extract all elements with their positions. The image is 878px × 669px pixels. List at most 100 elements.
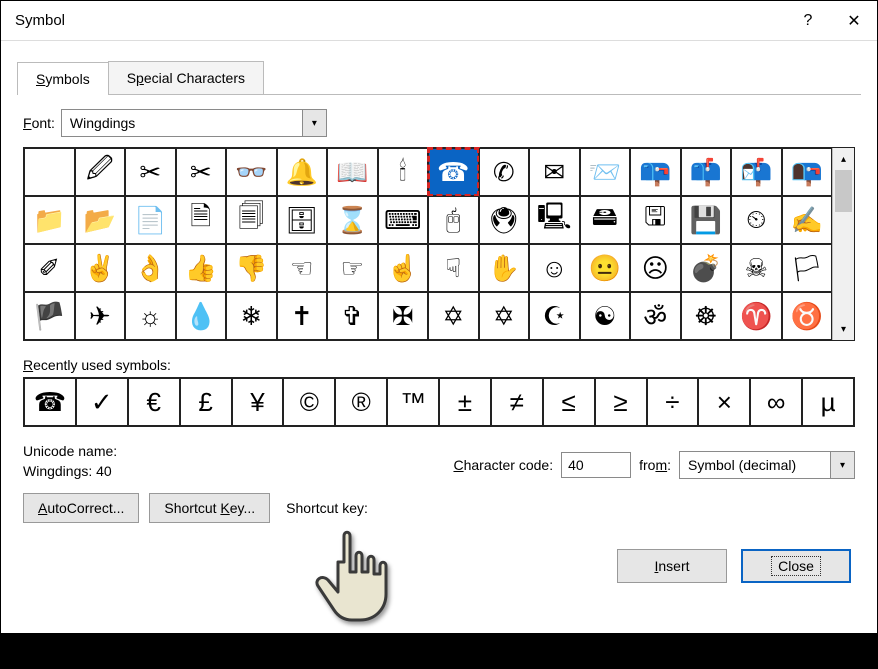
symbol-cell[interactable]: 👌 bbox=[125, 244, 176, 292]
symbol-cell[interactable]: ☎ bbox=[428, 148, 479, 196]
symbol-cell[interactable]: ☟ bbox=[428, 244, 479, 292]
symbol-cell[interactable]: 🖰 bbox=[428, 196, 479, 244]
symbol-cell[interactable]: ✞ bbox=[327, 292, 378, 340]
scroll-down-icon[interactable]: ▾ bbox=[833, 318, 854, 340]
symbol-cell[interactable]: ☞ bbox=[327, 244, 378, 292]
symbol-cell[interactable]: 📬 bbox=[731, 148, 782, 196]
symbol-cell[interactable]: 📁 bbox=[24, 196, 75, 244]
symbol-cell[interactable]: 🖲 bbox=[479, 196, 530, 244]
tab-special-characters[interactable]: Special Characters bbox=[108, 61, 264, 94]
symbol-cell[interactable]: ♉ bbox=[782, 292, 833, 340]
symbol-cell[interactable]: ☸ bbox=[681, 292, 732, 340]
symbol-cell[interactable]: 👓 bbox=[226, 148, 277, 196]
symbol-cell[interactable]: ☠ bbox=[731, 244, 782, 292]
recent-symbol-cell[interactable]: £ bbox=[180, 378, 232, 426]
symbol-cell[interactable]: 🖴 bbox=[580, 196, 631, 244]
from-combo[interactable]: Symbol (decimal) ▾ bbox=[679, 451, 855, 479]
symbol-cell[interactable]: ☪ bbox=[529, 292, 580, 340]
recent-symbol-cell[interactable]: ÷ bbox=[647, 378, 699, 426]
symbol-cell[interactable]: 📄 bbox=[125, 196, 176, 244]
help-button[interactable]: ? bbox=[785, 1, 831, 41]
recent-symbol-cell[interactable]: ≠ bbox=[491, 378, 543, 426]
shortcut-key-button[interactable]: Shortcut Key... bbox=[149, 493, 270, 523]
recent-symbol-cell[interactable]: © bbox=[283, 378, 335, 426]
recent-symbol-cell[interactable]: ≥ bbox=[595, 378, 647, 426]
recent-symbol-cell[interactable]: ✓ bbox=[76, 378, 128, 426]
symbol-cell[interactable]: 🗐 bbox=[226, 196, 277, 244]
recent-symbol-cell[interactable]: × bbox=[698, 378, 750, 426]
symbol-cell[interactable]: ✂ bbox=[125, 148, 176, 196]
symbol-cell[interactable]: ✡ bbox=[479, 292, 530, 340]
symbol-cell[interactable]: ✈ bbox=[75, 292, 126, 340]
symbol-cell[interactable]: 🏴 bbox=[24, 292, 75, 340]
symbol-cell[interactable]: ☯ bbox=[580, 292, 631, 340]
symbol-cell[interactable]: 🖉 bbox=[75, 148, 126, 196]
symbol-cell[interactable] bbox=[24, 148, 75, 196]
recent-grid[interactable]: ☎✓€£¥©®™±≠≤≥÷×∞µ bbox=[23, 377, 855, 427]
symbol-cell[interactable]: ☹ bbox=[630, 244, 681, 292]
symbol-cell[interactable]: ❄ bbox=[226, 292, 277, 340]
symbol-cell[interactable]: ✡ bbox=[428, 292, 479, 340]
recent-symbol-cell[interactable]: ± bbox=[439, 378, 491, 426]
symbol-cell[interactable]: 👎 bbox=[226, 244, 277, 292]
recent-symbol-cell[interactable]: € bbox=[128, 378, 180, 426]
font-combo[interactable]: Wingdings ▾ bbox=[61, 109, 327, 137]
symbol-cell[interactable]: 👍 bbox=[176, 244, 227, 292]
insert-button[interactable]: Insert bbox=[617, 549, 727, 583]
symbol-cell[interactable]: 📪 bbox=[630, 148, 681, 196]
symbol-cell[interactable]: 📂 bbox=[75, 196, 126, 244]
close-button-footer[interactable]: Close bbox=[741, 549, 851, 583]
symbol-cell[interactable]: ✉ bbox=[529, 148, 580, 196]
symbol-grid[interactable]: 🖉✂✂👓🔔📖🕯☎✆✉📨📪📫📬📭📁📂📄🗎🗐🗄⌛⌨🖰🖲🖳🖴🖫💾⏲✍✐✌👌👍👎☜☞☝☟… bbox=[24, 148, 832, 340]
symbol-cell[interactable]: ✍ bbox=[782, 196, 833, 244]
grid-scrollbar[interactable]: ▴ ▾ bbox=[832, 148, 854, 340]
symbol-cell[interactable]: ☜ bbox=[277, 244, 328, 292]
symbol-cell[interactable]: ✆ bbox=[479, 148, 530, 196]
symbol-cell[interactable]: 😐 bbox=[580, 244, 631, 292]
recent-symbol-cell[interactable]: µ bbox=[802, 378, 854, 426]
symbol-cell[interactable]: 🔔 bbox=[277, 148, 328, 196]
symbol-cell[interactable]: 📨 bbox=[580, 148, 631, 196]
symbol-cell[interactable]: ⌛ bbox=[327, 196, 378, 244]
scroll-track[interactable] bbox=[833, 170, 854, 318]
symbol-cell[interactable]: ✂ bbox=[176, 148, 227, 196]
recent-symbol-cell[interactable]: ™ bbox=[387, 378, 439, 426]
recent-symbol-cell[interactable]: ∞ bbox=[750, 378, 802, 426]
symbol-cell[interactable]: 📫 bbox=[681, 148, 732, 196]
symbol-cell[interactable]: 🕯 bbox=[378, 148, 429, 196]
symbol-cell[interactable]: ✐ bbox=[24, 244, 75, 292]
recent-symbol-cell[interactable]: ® bbox=[335, 378, 387, 426]
scroll-up-icon[interactable]: ▴ bbox=[833, 148, 854, 170]
symbol-cell[interactable]: ♈ bbox=[731, 292, 782, 340]
tab-symbols[interactable]: Symbols bbox=[17, 62, 109, 95]
scroll-thumb[interactable] bbox=[835, 170, 852, 212]
recent-symbol-cell[interactable]: ¥ bbox=[232, 378, 284, 426]
symbol-cell[interactable]: 💧 bbox=[176, 292, 227, 340]
symbol-cell[interactable]: 🖳 bbox=[529, 196, 580, 244]
symbol-cell[interactable]: ✝ bbox=[277, 292, 328, 340]
symbol-cell[interactable]: ☺ bbox=[529, 244, 580, 292]
symbol-cell[interactable]: ॐ bbox=[630, 292, 681, 340]
symbol-cell[interactable]: ✠ bbox=[378, 292, 429, 340]
chevron-down-icon[interactable]: ▾ bbox=[302, 110, 326, 136]
symbol-cell[interactable]: ☝ bbox=[378, 244, 429, 292]
symbol-cell[interactable]: ✌ bbox=[75, 244, 126, 292]
symbol-cell[interactable]: 🗎 bbox=[176, 196, 227, 244]
recent-symbol-cell[interactable]: ≤ bbox=[543, 378, 595, 426]
charcode-input[interactable]: 40 bbox=[561, 452, 631, 478]
symbol-cell[interactable]: ✋ bbox=[479, 244, 530, 292]
symbol-cell[interactable]: 📖 bbox=[327, 148, 378, 196]
symbol-cell[interactable]: 💣 bbox=[681, 244, 732, 292]
chevron-down-icon[interactable]: ▾ bbox=[830, 452, 854, 478]
recent-symbol-cell[interactable]: ☎ bbox=[24, 378, 76, 426]
symbol-cell[interactable]: ⌨ bbox=[378, 196, 429, 244]
symbol-cell[interactable]: 📭 bbox=[782, 148, 833, 196]
symbol-cell[interactable]: 🏳 bbox=[782, 244, 833, 292]
symbol-cell[interactable]: 🗄 bbox=[277, 196, 328, 244]
symbol-cell[interactable]: ☼ bbox=[125, 292, 176, 340]
autocorrect-button[interactable]: AutoCorrect... bbox=[23, 493, 139, 523]
close-button[interactable]: ✕ bbox=[831, 1, 877, 41]
symbol-cell[interactable]: 🖫 bbox=[630, 196, 681, 244]
symbol-cell[interactable]: ⏲ bbox=[731, 196, 782, 244]
symbol-cell[interactable]: 💾 bbox=[681, 196, 732, 244]
